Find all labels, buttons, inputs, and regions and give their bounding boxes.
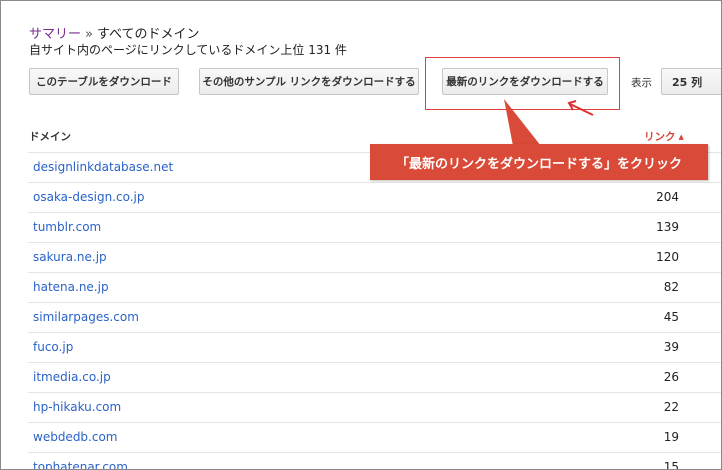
callout-pointer [504,99,594,146]
callout-tail-shape [504,99,541,146]
screenshot-frame: サマリー» すべてのドメイン 自サイト内のページにリンクしているドメイン上位 13… [0,0,722,470]
callout-text: 「最新のリンクをダウンロードする」をクリック [395,156,682,172]
instruction-callout: 「最新のリンクをダウンロードする」をクリック [370,144,708,180]
